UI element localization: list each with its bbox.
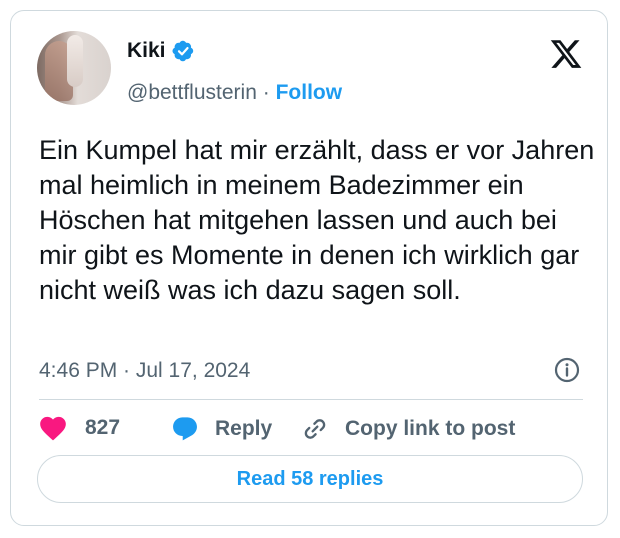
avatar-arm <box>67 35 83 87</box>
read-replies-button[interactable]: Read 58 replies <box>37 455 583 503</box>
separator-dot: · <box>262 81 270 104</box>
like-count: 827 <box>85 416 121 439</box>
follow-button[interactable]: Follow <box>276 81 343 104</box>
verified-badge-icon <box>172 40 193 62</box>
name-row: Kiki <box>127 39 194 63</box>
x-logo-icon[interactable] <box>549 37 583 71</box>
speech-bubble-icon <box>173 417 197 441</box>
info-icon[interactable] <box>554 357 580 383</box>
user-handle[interactable]: @bettflusterin <box>127 81 257 104</box>
tweet-timestamp[interactable]: 4:46 PM · Jul 17, 2024 <box>39 359 250 383</box>
heart-icon <box>40 416 66 441</box>
handle-row: @bettflusterin · Follow <box>127 81 342 105</box>
reply-button[interactable]: Reply <box>171 415 272 443</box>
reply-label: Reply <box>215 417 273 440</box>
copy-link-label: Copy link to post <box>345 417 516 440</box>
like-button[interactable]: 827 <box>39 415 120 441</box>
user-name[interactable]: Kiki <box>127 39 166 63</box>
copy-link-button[interactable]: Copy link to post <box>301 415 515 443</box>
avatar[interactable] <box>37 31 111 105</box>
link-icon <box>304 419 326 439</box>
tweet-text: Ein Kumpel hat mir erzählt, dass er vor … <box>39 135 595 305</box>
tweet-card: Kiki @bettflusterin · Follow Ein Kumpel … <box>10 10 608 526</box>
divider <box>39 399 583 400</box>
